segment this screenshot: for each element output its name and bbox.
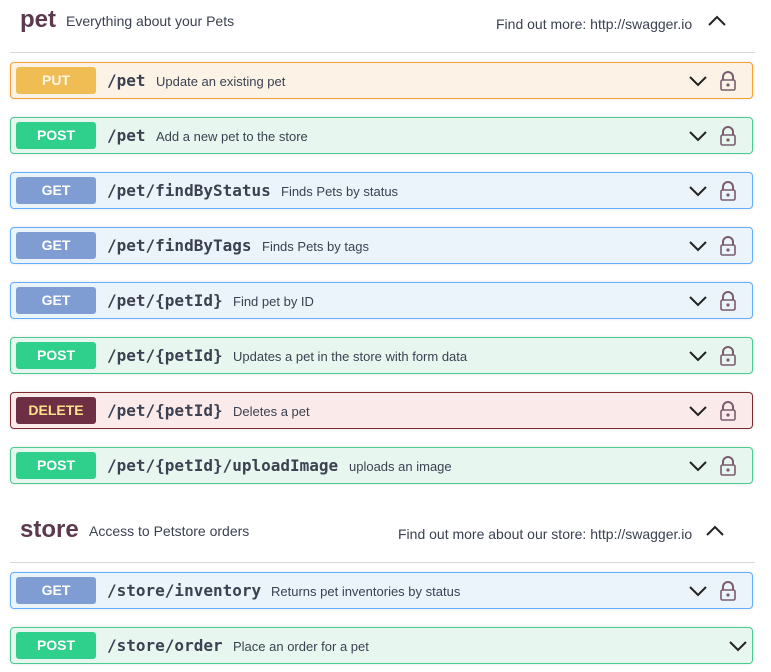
operation-summary: uploads an image (349, 459, 452, 474)
method-badge: GET (16, 287, 96, 314)
operation-summary: Find pet by ID (233, 294, 314, 309)
opblock-put[interactable]: PUT/pet Update an existing pet (10, 62, 753, 99)
opblock-get[interactable]: GET/pet/findByTags Finds Pets by tags (10, 227, 753, 264)
chevron-down-icon[interactable] (687, 457, 709, 475)
tag-header-store[interactable]: store Access to Petstore orders Find out… (10, 510, 755, 563)
chevron-up-icon[interactable] (702, 518, 728, 544)
operation-summary: Returns pet inventories by status (271, 584, 461, 599)
tag-name: store (20, 516, 79, 543)
tag-link-url[interactable]: http://swagger.io (590, 526, 692, 542)
operation-path: /pet/{petId} (107, 401, 223, 420)
chevron-down-icon[interactable] (687, 292, 709, 310)
lock-icon[interactable] (719, 70, 737, 92)
tag-link-url[interactable]: http://swagger.io (590, 16, 692, 32)
tag-external-link[interactable]: Find out more: http://swagger.io (496, 16, 692, 32)
operation-summary: Deletes a pet (233, 404, 310, 419)
operation-path: /store/inventory (107, 581, 262, 600)
method-badge: DELETE (16, 397, 96, 424)
chevron-down-icon[interactable] (687, 72, 709, 90)
operation-summary: Update an existing pet (156, 74, 286, 89)
chevron-down-icon[interactable] (687, 237, 709, 255)
chevron-down-icon[interactable] (687, 182, 709, 200)
opblock-delete[interactable]: DELETE/pet/{petId} Deletes a pet (10, 392, 753, 429)
operation-path: /pet/findByTags (107, 236, 252, 255)
method-badge: PUT (16, 67, 96, 94)
opblock-post[interactable]: POST/pet Add a new pet to the store (10, 117, 753, 154)
chevron-down-icon[interactable] (687, 347, 709, 365)
method-badge: POST (16, 632, 96, 659)
operation-path: /pet (107, 71, 146, 90)
method-badge: GET (16, 232, 96, 259)
tag-link-prefix: Find out more: (496, 16, 587, 32)
chevron-down-icon[interactable] (727, 637, 749, 655)
operation-path: /pet/{petId} (107, 291, 223, 310)
opblock-post[interactable]: POST/pet/{petId}/uploadImage uploads an i… (10, 447, 753, 484)
opblock-post[interactable]: POST/pet/{petId} Updates a pet in the sto… (10, 337, 753, 374)
chevron-up-icon[interactable] (704, 8, 730, 34)
method-badge: GET (16, 577, 96, 604)
operation-summary: Add a new pet to the store (156, 129, 308, 144)
method-badge: GET (16, 177, 96, 204)
tag-external-link[interactable]: Find out more about our store: http://sw… (398, 526, 692, 542)
opblock-get[interactable]: GET/pet/findByStatus Finds Pets by status (10, 172, 753, 209)
operation-summary: Updates a pet in the store with form dat… (233, 349, 468, 364)
method-badge: POST (16, 452, 96, 479)
opblock-get[interactable]: GET/store/inventory Returns pet inventori… (10, 572, 753, 609)
method-badge: POST (16, 342, 96, 369)
lock-icon[interactable] (719, 345, 737, 367)
lock-icon[interactable] (719, 580, 737, 602)
tag-section-pet: pet Everything about your Pets Find out … (10, 0, 755, 53)
tag-section-store: store Access to Petstore orders Find out… (10, 510, 755, 563)
operation-path: /pet (107, 126, 146, 145)
lock-icon[interactable] (719, 290, 737, 312)
opblock-post[interactable]: POST/store/order Place an order for a pet (10, 627, 753, 664)
chevron-down-icon[interactable] (687, 127, 709, 145)
lock-icon[interactable] (719, 455, 737, 477)
lock-icon[interactable] (719, 235, 737, 257)
operation-path: /store/order (107, 636, 223, 655)
operation-path: /pet/findByStatus (107, 181, 271, 200)
operation-summary: Place an order for a pet (233, 639, 369, 654)
chevron-down-icon[interactable] (687, 582, 709, 600)
lock-icon[interactable] (719, 125, 737, 147)
opblock-get[interactable]: GET/pet/{petId} Find pet by ID (10, 282, 753, 319)
tag-description: Access to Petstore orders (89, 523, 250, 539)
operation-path: /pet/{petId}/uploadImage (107, 456, 339, 475)
tag-description: Everything about your Pets (66, 13, 235, 29)
operation-summary: Finds Pets by tags (262, 239, 369, 254)
lock-icon[interactable] (719, 400, 737, 422)
lock-icon[interactable] (719, 180, 737, 202)
tag-link-prefix: Find out more about our store: (398, 526, 587, 542)
operation-path: /pet/{petId} (107, 346, 223, 365)
tag-name: pet (20, 6, 56, 33)
method-badge: POST (16, 122, 96, 149)
operation-summary: Finds Pets by status (281, 184, 399, 199)
tag-header-pet[interactable]: pet Everything about your Pets Find out … (10, 0, 755, 53)
chevron-down-icon[interactable] (687, 402, 709, 420)
